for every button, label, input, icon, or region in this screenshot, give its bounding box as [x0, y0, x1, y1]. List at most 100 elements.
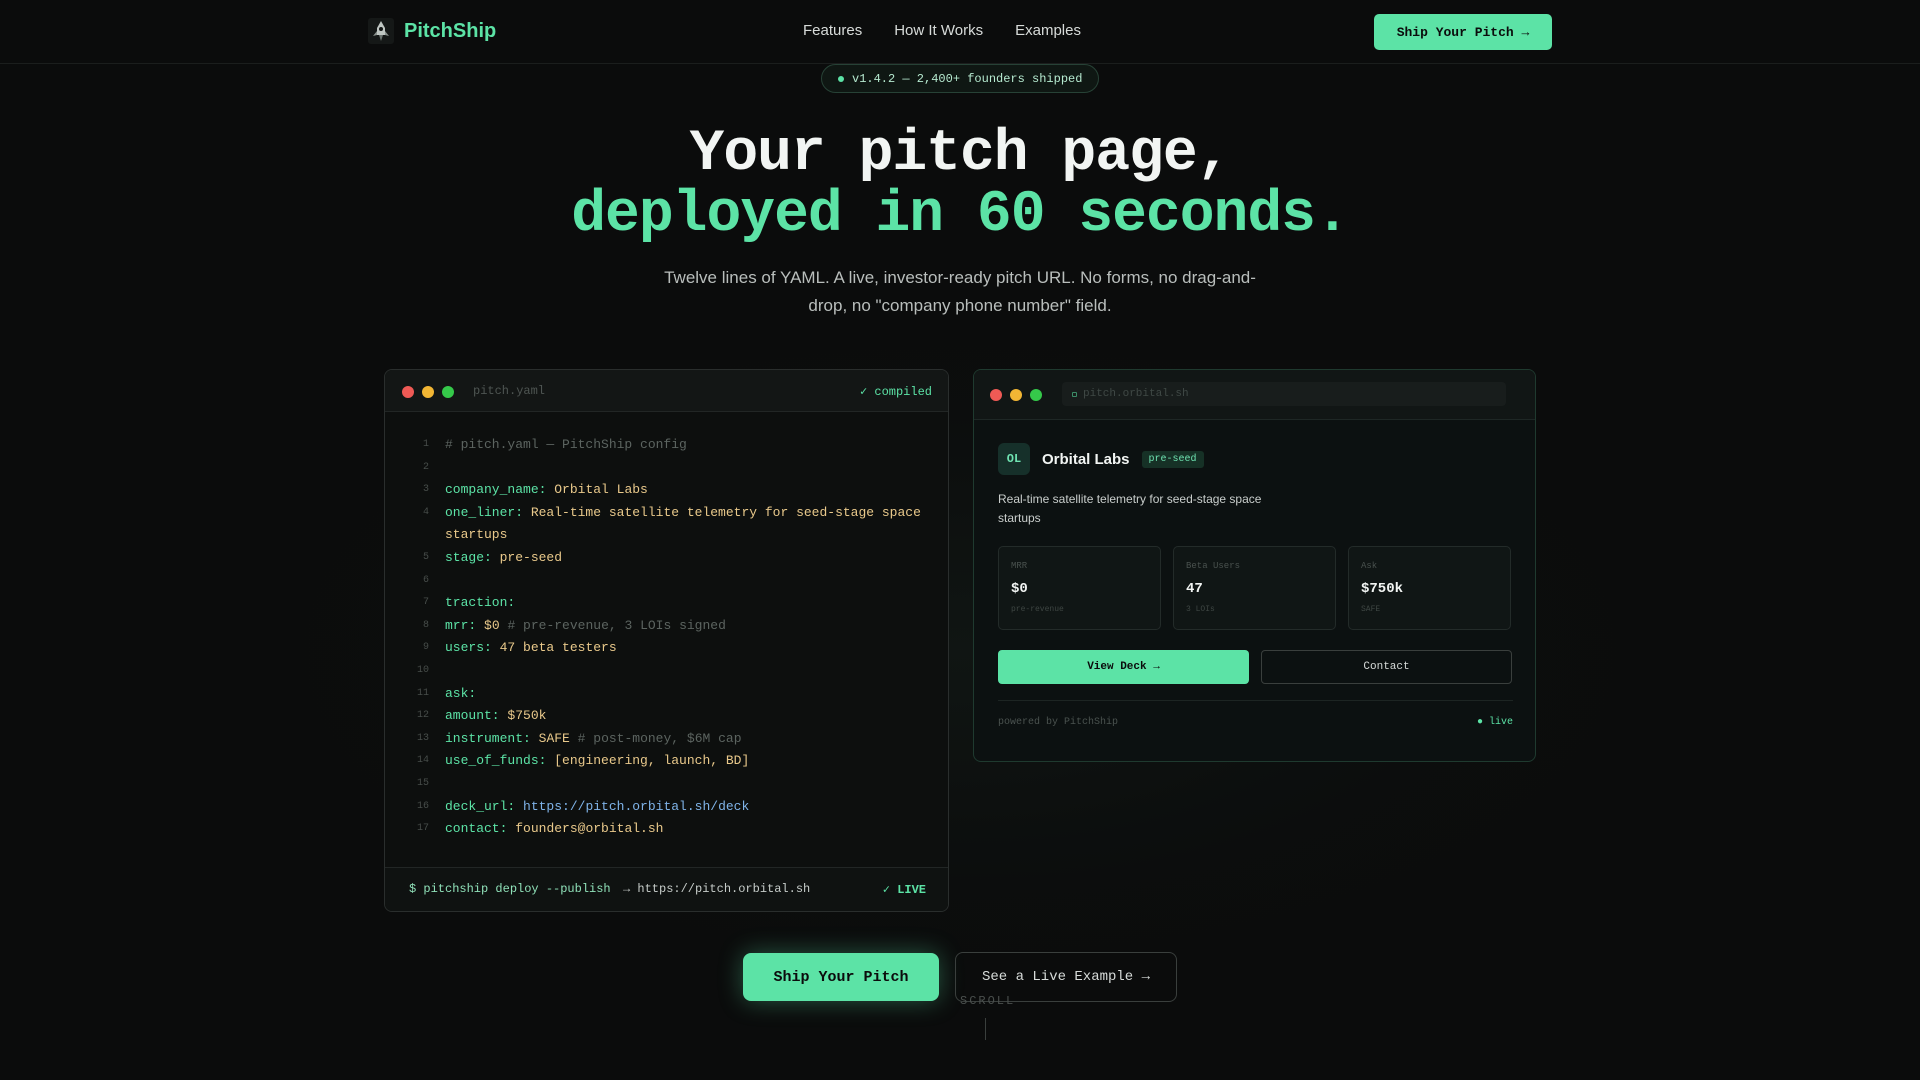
code-line: 9 users: 47 beta testers — [385, 637, 948, 660]
deploy-command: $ pitchship deploy --publish — [409, 882, 611, 896]
line-content: mrr: $0 # pre-revenue, 3 LOIs signed — [445, 615, 935, 638]
yaml-value: Real-time satellite telemetry for seed-s… — [530, 504, 921, 520]
yaml-value: $750k — [507, 708, 547, 724]
line-content: stage: pre-seed — [445, 547, 935, 570]
preview-actions: View Deck → Contact — [998, 650, 1513, 684]
stat-card-beta-users: Beta Users 47 3 LOIs — [1173, 546, 1336, 630]
preview-titlebar: pitch.orbital.sh — [974, 370, 1535, 420]
line-number: 13 — [416, 732, 429, 744]
code-line: 11 ask: — [385, 683, 948, 706]
code-lines: 1 # pitch.yaml — PitchShip config 2 3 compan… — [385, 434, 948, 841]
company-header: OL Orbital Labs pre-seed — [998, 443, 1513, 475]
top-nav: PitchShip Features How It Works Examples… — [0, 0, 1920, 64]
company-avatar: OL — [998, 443, 1030, 475]
preview-footer: powered by PitchShip ● live — [998, 700, 1513, 740]
lock-icon — [1072, 391, 1077, 397]
deploy-bar: $ pitchship deploy --publish → https://p… — [385, 867, 948, 911]
yaml-comment: # pitch.yaml — PitchShip config — [445, 437, 687, 452]
yaml-value: startups — [445, 527, 508, 543]
line-number: 3 — [422, 484, 429, 496]
line-content: startups — [445, 524, 935, 547]
line-content: instrument: SAFE # post-money, $6M cap — [445, 728, 935, 751]
code-line: 7 traction: — [385, 592, 948, 615]
compile-status: ✓ compiled — [859, 385, 932, 399]
preview-url-bar[interactable]: pitch.orbital.sh — [1062, 382, 1506, 406]
nav-link-how-it-works[interactable]: How It Works — [894, 22, 983, 39]
nav-link-examples[interactable]: Examples — [1015, 22, 1081, 39]
line-number: 4 — [422, 506, 429, 518]
editor-filename: pitch.yaml — [473, 384, 546, 398]
line-number: 15 — [416, 777, 429, 789]
maximize-dot-icon[interactable] — [1030, 389, 1042, 401]
yaml-key: amount: — [445, 708, 500, 724]
code-line: startups — [385, 524, 948, 547]
powered-by-link[interactable]: powered by PitchShip — [998, 717, 1118, 728]
yaml-comment: # post-money, $6M cap — [577, 730, 742, 746]
line-number: 1 — [422, 439, 429, 450]
stat-card-mrr: MRR $0 pre-revenue — [998, 546, 1161, 630]
line-number: 10 — [416, 664, 429, 676]
yaml-key: company_name: — [445, 482, 547, 498]
close-dot-icon[interactable] — [990, 389, 1002, 401]
line-number: 8 — [422, 619, 429, 631]
line-number: 12 — [416, 710, 429, 722]
line-content: use_of_funds: [engineering, launch, BD] — [445, 750, 935, 773]
line-content: deck_url: https://pitch.orbital.sh/deck — [445, 796, 935, 819]
stat-note: 3 LOIs — [1186, 605, 1215, 614]
code-line: 2 — [385, 457, 948, 480]
maximize-dot-icon[interactable] — [442, 386, 454, 398]
code-line: 10 — [385, 660, 948, 683]
company-name: Orbital Labs — [1042, 450, 1130, 468]
line-number: 5 — [422, 551, 429, 563]
stat-value: $750k — [1361, 581, 1404, 597]
stat-label: Ask — [1361, 561, 1378, 571]
stat-label: Beta Users — [1186, 561, 1241, 571]
code-line: 8 mrr: $0 # pre-revenue, 3 LOIs signed — [385, 615, 948, 638]
yaml-value: SAFE — [538, 730, 570, 746]
code-line: 14 use_of_funds: [engineering, launch, BD… — [385, 750, 948, 773]
headline-line-1: Your pitch page, — [689, 122, 1232, 187]
code-line: 12 amount: $750k — [385, 705, 948, 728]
line-content: users: 47 beta testers — [445, 637, 935, 660]
minimize-dot-icon[interactable] — [1010, 389, 1022, 401]
line-number: 7 — [422, 597, 429, 609]
view-deck-button[interactable]: View Deck → — [998, 650, 1249, 684]
contact-button[interactable]: Contact — [1261, 650, 1512, 684]
yaml-key: use_of_funds: — [445, 753, 547, 769]
stat-note: SAFE — [1361, 605, 1381, 614]
deploy-result-url: → https://pitch.orbital.sh — [623, 882, 811, 896]
window-controls — [402, 386, 454, 398]
yaml-key: instrument: — [445, 730, 531, 746]
yaml-key: deck_url: — [445, 798, 516, 814]
yaml-key: ask: — [445, 685, 477, 701]
code-line: 16 deck_url: https://pitch.orbital.sh/dec… — [385, 796, 948, 819]
yaml-comment: # pre-revenue, 3 LOIs signed — [507, 617, 726, 633]
line-number: 6 — [422, 574, 429, 586]
version-badge: v1.4.2 — 2,400+ founders shipped — [821, 64, 1100, 93]
version-badge-text: v1.4.2 — 2,400+ founders shipped — [852, 71, 1083, 86]
hero-subtitle: Twelve lines of YAML. A live, investor-r… — [664, 268, 1256, 315]
nav-link-features[interactable]: Features — [803, 22, 862, 39]
code-line: 17 contact: founders@orbital.sh — [385, 818, 948, 841]
brand-logo[interactable]: PitchShip — [368, 18, 496, 44]
scroll-indicator-line — [985, 1018, 986, 1040]
minimize-dot-icon[interactable] — [422, 386, 434, 398]
headline-line-2: deployed in 60 seconds. — [571, 183, 1350, 248]
line-number: 14 — [416, 755, 429, 767]
company-description: Real-time satellite telemetry for seed-s… — [998, 492, 1262, 525]
scroll-indicator-label: SCROLL — [960, 994, 1016, 1008]
rocket-icon — [368, 18, 394, 44]
yaml-key: mrr: — [445, 617, 477, 633]
close-dot-icon[interactable] — [402, 386, 414, 398]
pitch-preview-panel: pitch.orbital.sh OL Orbital Labs pre-see… — [973, 369, 1536, 762]
line-content: traction: — [445, 592, 935, 615]
code-line: 1 # pitch.yaml — PitchShip config — [385, 434, 948, 457]
nav-ship-pitch-button[interactable]: Ship Your Pitch → — [1374, 14, 1552, 50]
deploy-live-status: ✓ LIVE — [882, 883, 926, 897]
yaml-key: users: — [445, 640, 492, 656]
stat-note: pre-revenue — [1011, 605, 1064, 614]
preview-window-controls — [990, 389, 1042, 401]
ship-your-pitch-button[interactable]: Ship Your Pitch — [743, 953, 939, 1001]
yaml-value: $0 — [484, 617, 500, 633]
stat-value: $0 — [1011, 581, 1028, 597]
